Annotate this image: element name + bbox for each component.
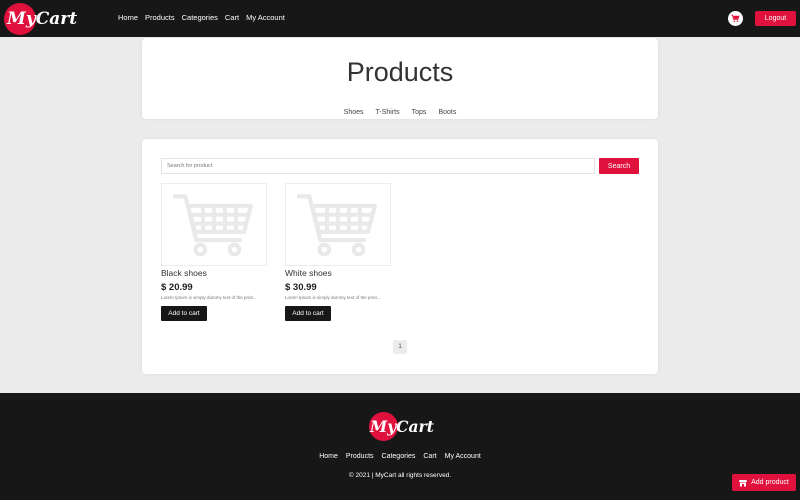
category-tab-tops[interactable]: Tops xyxy=(412,109,427,116)
add-product-label: Add product xyxy=(751,479,789,486)
product-name[interactable]: White shoes xyxy=(285,268,332,278)
nav-link-cart[interactable]: Cart xyxy=(225,13,239,22)
footer-nav: Home Products Categories Cart My Account xyxy=(0,453,800,460)
pagination-page-1[interactable]: 1 xyxy=(393,340,407,354)
category-tab-boots[interactable]: Boots xyxy=(438,109,456,116)
product-description: Lorem Ipsum is simply dummy text of the … xyxy=(285,295,381,300)
footer-logo[interactable]: MyCart xyxy=(369,412,434,441)
product-name[interactable]: Black shoes xyxy=(161,268,207,278)
footer-link-products[interactable]: Products xyxy=(346,453,374,460)
nav-link-categories[interactable]: Categories xyxy=(182,13,218,22)
product-price: $ 20.99 xyxy=(161,282,193,293)
add-to-cart-button[interactable]: Add to cart xyxy=(285,306,331,321)
store-icon xyxy=(739,479,748,486)
nav-link-home[interactable]: Home xyxy=(118,13,138,22)
nav-link-my-account[interactable]: My Account xyxy=(246,13,285,22)
copyright-text: © 2021 | MyCart all rights reserved. xyxy=(348,472,452,479)
search-input[interactable] xyxy=(161,158,595,174)
product-image[interactable] xyxy=(285,183,391,266)
product-image[interactable] xyxy=(161,183,267,266)
footer-link-home[interactable]: Home xyxy=(319,453,338,460)
brand-logo[interactable]: MyCart xyxy=(4,3,78,35)
search-button[interactable]: Search xyxy=(599,158,639,174)
cart-icon xyxy=(731,14,740,22)
site-footer: MyCart Home Products Categories Cart My … xyxy=(0,393,800,500)
main-nav: Home Products Categories Cart My Account xyxy=(118,13,285,22)
product-description: Lorem Ipsum is simply dummy text of the … xyxy=(161,295,257,300)
category-tabs: Shoes T-Shirts Tops Boots xyxy=(142,109,658,116)
products-header-card: Products Shoes T-Shirts Tops Boots xyxy=(142,38,658,119)
footer-logo-text: MyCart xyxy=(370,417,434,436)
footer-link-my-account[interactable]: My Account xyxy=(445,453,481,460)
category-tab-t-shirts[interactable]: T-Shirts xyxy=(376,109,400,116)
logout-button[interactable]: Logout xyxy=(755,11,796,26)
top-navbar: MyCart Home Products Categories Cart My … xyxy=(0,0,800,37)
page-title: Products xyxy=(346,57,454,87)
shopping-cart-placeholder-icon xyxy=(173,193,253,256)
footer-link-categories[interactable]: Categories xyxy=(382,453,416,460)
nav-link-products[interactable]: Products xyxy=(145,13,175,22)
footer-link-cart[interactable]: Cart xyxy=(423,453,436,460)
cart-button[interactable] xyxy=(728,11,743,26)
logo-text: MyCart xyxy=(7,9,78,29)
shopping-cart-placeholder-icon xyxy=(297,193,377,256)
add-to-cart-button[interactable]: Add to cart xyxy=(161,306,207,321)
category-tab-shoes[interactable]: Shoes xyxy=(344,109,364,116)
products-panel: Search Black shoes $ 20.99 Lorem Ipsum i… xyxy=(142,139,658,374)
add-product-button[interactable]: Add product xyxy=(732,474,796,491)
product-price: $ 30.99 xyxy=(285,282,317,293)
